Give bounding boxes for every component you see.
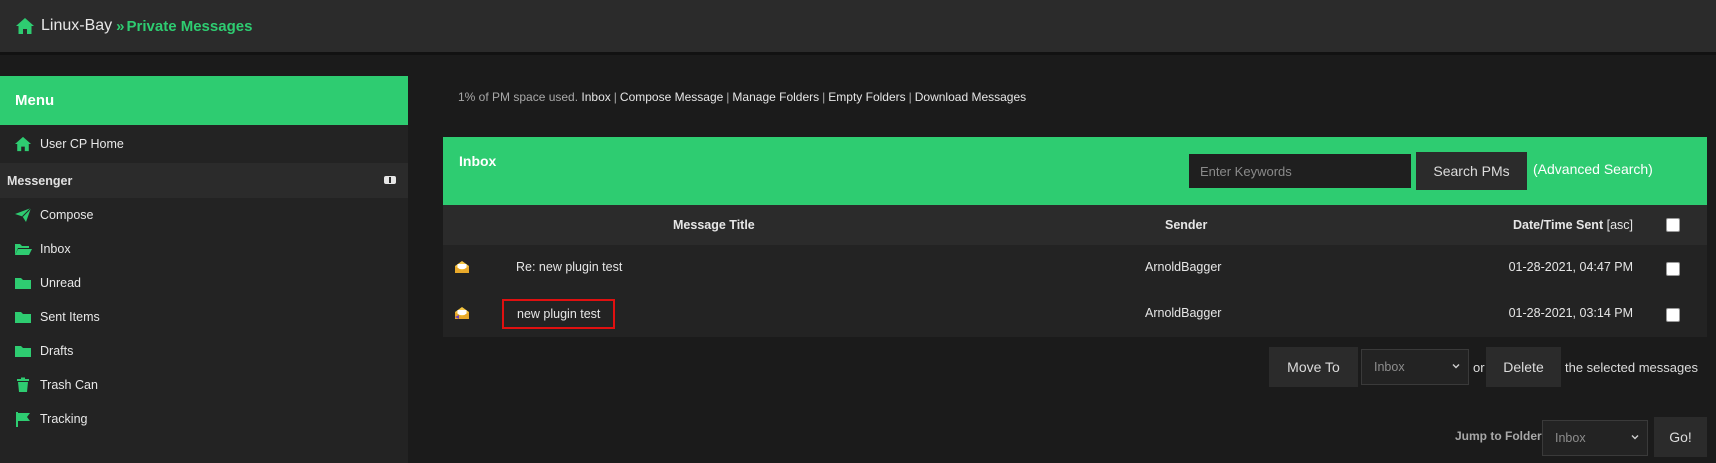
jump-to-folder-label: Jump to Folder: (1455, 429, 1546, 443)
folder-icon (15, 278, 31, 289)
table-header: Message Title Sender Date/Time Sent [asc… (443, 205, 1707, 245)
message-sender-link[interactable]: ArnoldBagger (1145, 260, 1221, 274)
sidebar-item-drafts[interactable]: Drafts (0, 334, 408, 368)
flag-icon (16, 412, 30, 427)
sidebar-item-label: User CP Home (40, 137, 124, 151)
jump-folder-select[interactable]: Inbox (1542, 420, 1648, 456)
sidebar-section-title: Messenger (7, 173, 73, 188)
column-header-date[interactable]: Date/Time Sent [asc] (1513, 218, 1633, 232)
table-row[interactable]: new plugin test ArnoldBagger 01-28-2021,… (443, 291, 1707, 337)
search-pms-button[interactable]: Search PMs (1416, 152, 1527, 190)
sidebar-item-label: Sent Items (40, 310, 100, 324)
sidebar-item-label: Tracking (40, 412, 88, 426)
select-all-checkbox[interactable] (1666, 218, 1680, 232)
sidebar-item-tracking[interactable]: Tracking (0, 402, 408, 436)
selected-messages-text: the selected messages (1565, 360, 1698, 375)
sort-asc-link[interactable]: [asc] (1607, 218, 1633, 232)
link-manage-folders[interactable]: Manage Folders (732, 90, 819, 104)
sidebar-item-sent-items[interactable]: Sent Items (0, 300, 408, 334)
sidebar-item-user-cp-home[interactable]: User CP Home (0, 125, 408, 163)
sidebar-item-label: Inbox (40, 242, 71, 256)
sidebar-item-trash-can[interactable]: Trash Can (0, 368, 408, 402)
sidebar-item-label: Compose (40, 208, 94, 222)
move-target-select[interactable]: Inbox (1361, 349, 1469, 385)
table-row[interactable]: Re: new plugin test ArnoldBagger 01-28-2… (443, 245, 1707, 291)
sidebar-menu-title: Menu (15, 92, 55, 109)
message-title-link[interactable]: Re: new plugin test (516, 260, 622, 274)
move-target-value: Inbox (1374, 360, 1405, 374)
folder-icon (15, 346, 31, 357)
chevron-down-icon (1631, 435, 1639, 440)
chevron-down-icon (1452, 364, 1460, 369)
message-title-link[interactable]: new plugin test (502, 299, 616, 329)
breadcrumb-separator: » (116, 17, 124, 35)
top-bar: Linux-Bay » Private Messages (0, 0, 1716, 55)
sidebar-item-label: Trash Can (40, 378, 98, 392)
move-to-button[interactable]: Move To (1269, 347, 1358, 387)
home-icon (15, 136, 31, 152)
message-date: 01-28-2021, 04:47 PM (1508, 260, 1633, 274)
link-download-messages[interactable]: Download Messages (915, 90, 1026, 104)
row-select-checkbox[interactable] (1666, 308, 1680, 322)
home-icon[interactable] (15, 17, 35, 35)
column-header-date-label: Date/Time Sent (1513, 218, 1604, 232)
breadcrumb: Linux-Bay » Private Messages (15, 17, 252, 35)
breadcrumb-site-link[interactable]: Linux-Bay (41, 17, 112, 35)
link-compose-message[interactable]: Compose Message (620, 90, 723, 104)
sidebar-item-compose[interactable]: Compose (0, 198, 408, 232)
or-text: or (1473, 360, 1485, 375)
collapse-toggle-icon[interactable] (384, 176, 396, 184)
pm-quota-bar: 1% of PM space used. Inbox | Compose Messa… (458, 90, 1027, 104)
folder-open-icon (15, 244, 32, 255)
sidebar-item-label: Unread (40, 276, 81, 290)
read-envelope-icon (455, 261, 469, 273)
sidebar: Menu User CP Home Messenger Compose Inbo… (0, 76, 408, 463)
sidebar-item-unread[interactable]: Unread (0, 266, 408, 300)
link-empty-folders[interactable]: Empty Folders (828, 90, 905, 104)
folder-icon (15, 312, 31, 323)
advanced-search-link[interactable]: (Advanced Search) (1533, 161, 1653, 177)
column-header-title[interactable]: Message Title (673, 218, 755, 232)
search-keywords-input[interactable] (1189, 154, 1411, 188)
sidebar-item-label: Drafts (40, 344, 74, 358)
link-inbox[interactable]: Inbox (581, 90, 610, 104)
inbox-header: Inbox Search PMs (Advanced Search) (443, 137, 1707, 205)
jump-folder-value: Inbox (1555, 431, 1586, 445)
sidebar-item-inbox[interactable]: Inbox (0, 232, 408, 266)
message-date: 01-28-2021, 03:14 PM (1508, 306, 1633, 320)
go-button[interactable]: Go! (1654, 417, 1707, 457)
inbox-title: Inbox (459, 153, 497, 169)
column-header-sender[interactable]: Sender (1165, 218, 1207, 232)
row-select-checkbox[interactable] (1666, 262, 1680, 276)
sidebar-menu-header: Menu (0, 76, 408, 125)
breadcrumb-current: Private Messages (126, 17, 253, 35)
message-sender-link[interactable]: ArnoldBagger (1145, 306, 1221, 320)
messages-table: Message Title Sender Date/Time Sent [asc… (443, 205, 1707, 337)
replied-envelope-icon (455, 307, 469, 319)
sidebar-section-messenger: Messenger (0, 163, 408, 198)
pm-space-used-text: 1% of PM space used. (458, 90, 579, 104)
paper-plane-icon (15, 207, 32, 222)
delete-button[interactable]: Delete (1486, 347, 1561, 387)
trash-icon (17, 377, 29, 392)
